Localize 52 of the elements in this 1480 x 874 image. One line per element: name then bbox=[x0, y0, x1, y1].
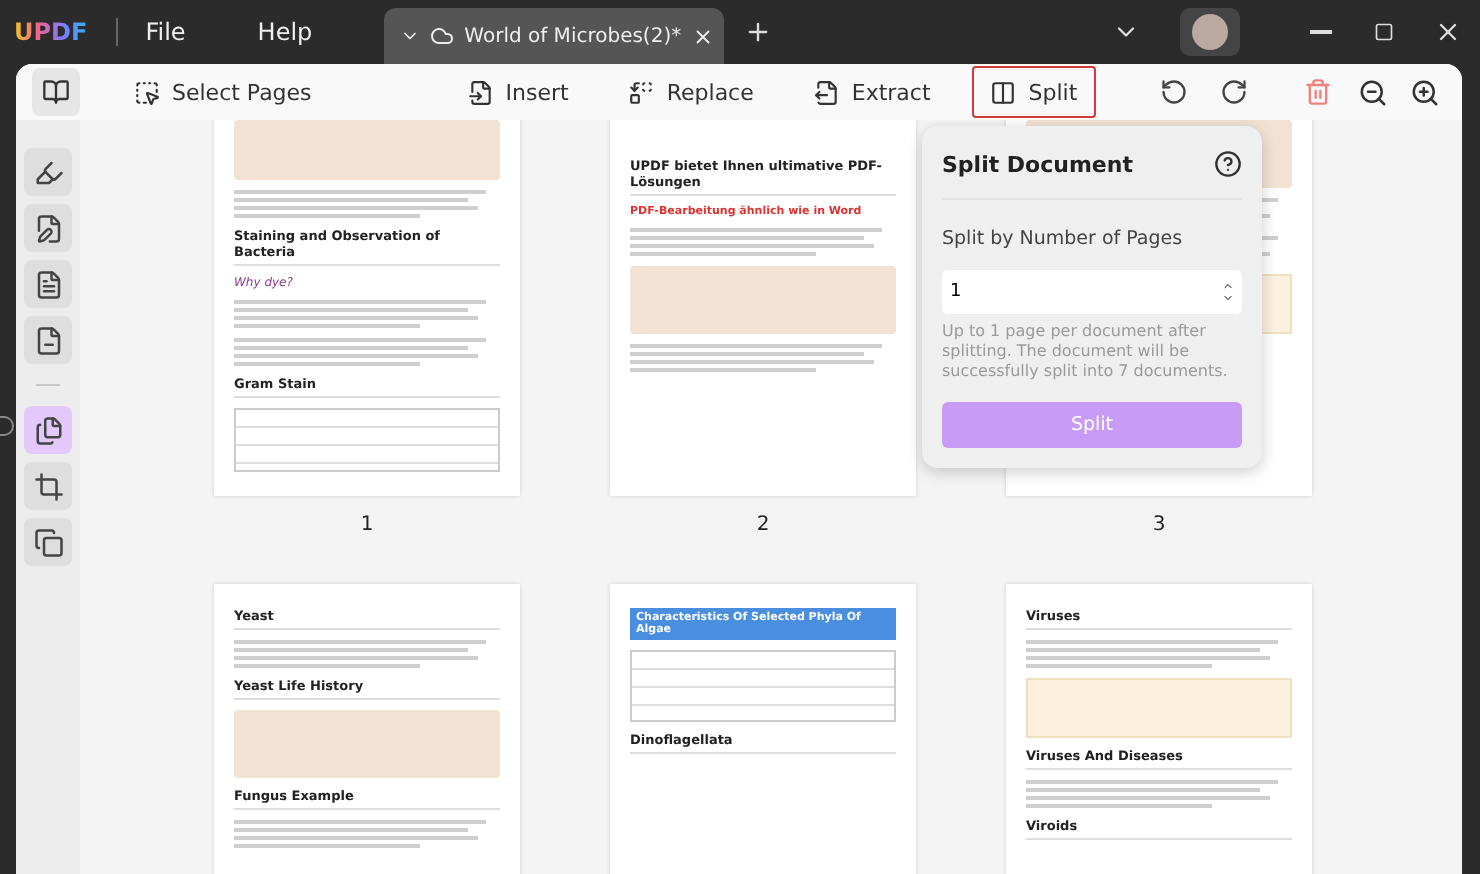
menu-item[interactable]: Help bbox=[257, 18, 313, 46]
insert-icon bbox=[467, 79, 494, 105]
maximize-icon bbox=[1374, 22, 1394, 42]
panel-toggle-button[interactable] bbox=[32, 68, 80, 116]
page-number: 1 bbox=[360, 514, 374, 536]
toolbar-button[interactable]: Replace bbox=[610, 66, 772, 118]
document-tab[interactable]: World of Microbes(2)* bbox=[384, 8, 725, 64]
pages-icon bbox=[33, 415, 63, 445]
select-icon bbox=[134, 79, 160, 105]
help-icon[interactable] bbox=[1214, 150, 1242, 178]
toolbar-button[interactable]: Split bbox=[972, 66, 1096, 118]
close-icon bbox=[1434, 18, 1462, 46]
panel-handle[interactable] bbox=[0, 416, 14, 436]
app-logo: UPDF bbox=[14, 18, 88, 46]
page-count-field[interactable]: 1 bbox=[942, 270, 1242, 314]
sidebar-tool[interactable] bbox=[24, 462, 72, 510]
sidebar-tool[interactable] bbox=[24, 406, 72, 454]
page-number: 3 bbox=[1152, 514, 1166, 536]
extract-icon bbox=[813, 79, 840, 105]
copy-icon bbox=[33, 527, 63, 557]
menu-item[interactable]: File bbox=[145, 18, 186, 46]
avatar[interactable] bbox=[1180, 8, 1240, 56]
toolbar-button[interactable]: Insert bbox=[449, 66, 587, 118]
select-pages-button[interactable]: Select Pages bbox=[116, 66, 330, 118]
sidebar-tool[interactable] bbox=[24, 316, 72, 364]
spinner-icon[interactable] bbox=[1222, 280, 1234, 304]
sidebar-tool[interactable] bbox=[24, 518, 72, 566]
crop-icon bbox=[33, 471, 63, 501]
toolbar-button[interactable]: Extract bbox=[795, 66, 949, 118]
split-icon bbox=[990, 79, 1017, 105]
sidebar-tool[interactable] bbox=[24, 260, 72, 308]
replace-icon bbox=[628, 79, 655, 105]
rotate-right-icon bbox=[1219, 78, 1248, 106]
page-number: 2 bbox=[756, 514, 770, 536]
highlighter-icon bbox=[33, 157, 63, 187]
trash-icon bbox=[1303, 78, 1332, 106]
file-pen-icon bbox=[33, 213, 63, 243]
plus-icon bbox=[744, 18, 773, 46]
split-mode-label: Split by Number of Pages bbox=[942, 228, 1185, 250]
form-icon bbox=[33, 269, 63, 299]
zoom-out-icon bbox=[1357, 77, 1387, 107]
zoom-in-icon bbox=[1409, 77, 1439, 107]
panel-title: Split Document bbox=[942, 151, 1133, 177]
book-icon bbox=[42, 78, 70, 106]
cloud-icon bbox=[430, 24, 455, 48]
close-icon bbox=[691, 25, 714, 47]
rotate-left-icon bbox=[1159, 78, 1188, 106]
minimize-icon bbox=[1309, 30, 1331, 34]
split-hint: Up to 1 page per document after splitting. The document will be successfully split into 7 documents. bbox=[942, 322, 1230, 382]
sidebar-tool[interactable] bbox=[24, 148, 72, 196]
redact-icon bbox=[33, 325, 63, 355]
sidebar-tool[interactable] bbox=[24, 204, 72, 252]
